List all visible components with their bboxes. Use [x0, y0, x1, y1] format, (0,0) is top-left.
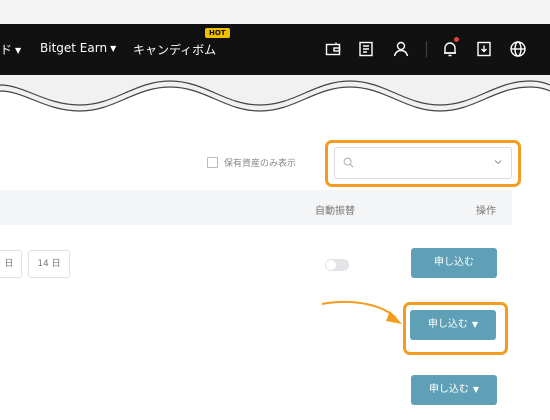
search-highlight-box — [325, 140, 521, 187]
chevron-down-icon: ▼ — [472, 385, 480, 394]
auto-renew-toggle[interactable] — [325, 259, 349, 271]
user-icon[interactable] — [392, 40, 410, 58]
navbar-divider — [426, 41, 427, 57]
wallet-icon[interactable] — [324, 40, 342, 58]
subscribe-highlight-box — [403, 302, 508, 355]
subscribe-dropdown-button[interactable]: 申し込む ▼ — [411, 375, 497, 405]
torn-edge-wave — [0, 80, 550, 135]
checkbox[interactable] — [207, 157, 218, 168]
nav-item-trade-label: ド — [0, 43, 13, 57]
nav-item-bitget-earn-label: Bitget Earn — [40, 41, 108, 55]
show-own-assets-toggle[interactable]: 保有資産のみ表示 — [207, 156, 296, 169]
nav-item-candybomb[interactable]: キャンディボム — [133, 41, 216, 58]
navbar: ド ▼ Bitget Earn ▼ キャンディボム HOT — [0, 24, 550, 75]
caret-down-icon: ▼ — [110, 44, 117, 53]
show-own-assets-label: 保有資産のみ表示 — [224, 159, 297, 169]
column-header-action: 操作 — [476, 206, 496, 217]
caret-down-icon: ▼ — [15, 46, 22, 55]
nav-item-bitget-earn[interactable]: Bitget Earn ▼ — [40, 41, 116, 55]
hot-badge: HOT — [205, 28, 230, 38]
subscribe-button-label: 申し込む — [428, 384, 469, 395]
notification-dot — [454, 37, 459, 42]
download-icon[interactable] — [475, 40, 493, 58]
table-header: 自動振替 操作 — [0, 190, 512, 225]
globe-icon[interactable] — [509, 40, 527, 58]
subscribe-button[interactable]: 申し込む — [411, 248, 497, 278]
top-strip — [0, 0, 550, 24]
nav-item-trade[interactable]: ド ▼ — [0, 41, 21, 58]
subscribe-button-label: 申し込む — [434, 257, 474, 268]
orders-icon[interactable] — [357, 40, 375, 58]
date-chip[interactable]: 14 日 — [28, 250, 70, 278]
column-header-auto-renew: 自動振替 — [315, 206, 355, 217]
pointer-arrow — [321, 300, 402, 324]
date-chip[interactable]: 日 — [0, 250, 22, 278]
bell-icon[interactable] — [441, 40, 459, 58]
nav-item-candybomb-label: キャンディボム — [133, 43, 217, 57]
